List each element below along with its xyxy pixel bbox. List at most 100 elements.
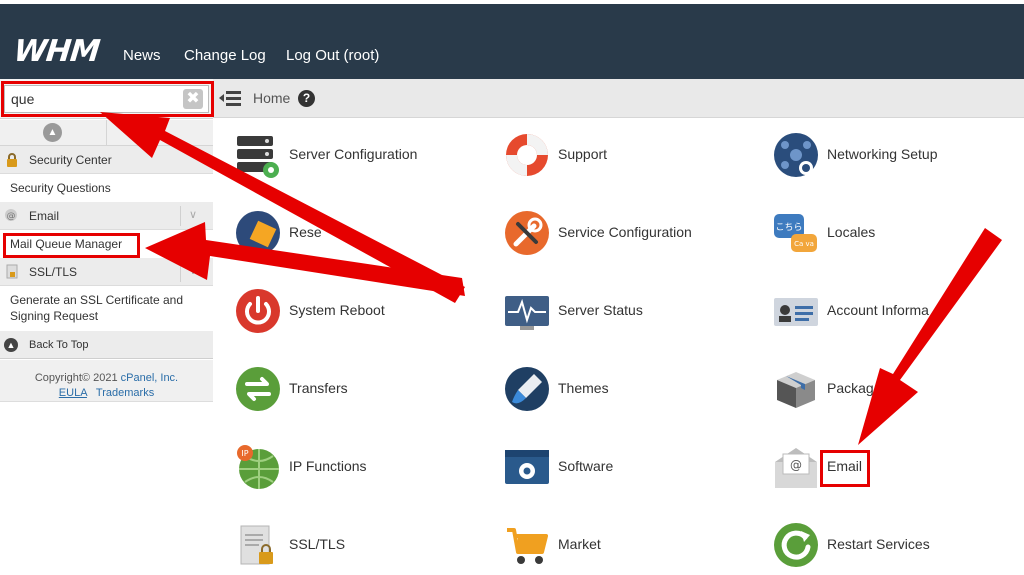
item-line: Signing Request bbox=[10, 309, 99, 323]
monitor-pulse-icon bbox=[505, 296, 549, 330]
svg-text:IP: IP bbox=[241, 449, 248, 458]
sidebar-item-mail-queue-manager[interactable]: Mail Queue Manager bbox=[0, 236, 213, 252]
arrow-up-icon: ▲ bbox=[4, 338, 18, 352]
svg-text:@: @ bbox=[7, 212, 16, 222]
menu-toggle-icon[interactable] bbox=[219, 89, 241, 107]
sidebar-item-security-questions[interactable]: Security Questions bbox=[0, 180, 213, 196]
locales-icon: こちら Ca va bbox=[774, 214, 817, 252]
category-security-center[interactable]: Security Center bbox=[0, 146, 213, 174]
tile-networking-setup[interactable]: Networking Setup bbox=[773, 124, 1023, 184]
tile-themes[interactable]: Themes bbox=[504, 358, 764, 418]
tile-label: Packag bbox=[827, 380, 874, 396]
sidebar-search: ✖ bbox=[0, 79, 213, 119]
tile-server-configuration[interactable]: Server Configuration bbox=[235, 124, 495, 184]
wrench-icon bbox=[505, 211, 549, 255]
tile-support[interactable]: Support bbox=[504, 124, 764, 184]
category-ssl-tls[interactable]: SSL/TLS ∨ bbox=[0, 258, 213, 286]
breadcrumb: Home ? bbox=[213, 79, 1024, 118]
tile-label: Restart Services bbox=[827, 536, 930, 552]
tile-service-configuration[interactable]: Service Configuration bbox=[504, 202, 764, 262]
back-to-top-label: Back To Top bbox=[29, 339, 89, 351]
collapse-up-icon[interactable]: ▲ bbox=[43, 123, 62, 142]
back-to-top[interactable]: ▲ Back To Top bbox=[0, 331, 213, 359]
chevron-down-icon[interactable]: ∨ bbox=[189, 264, 197, 277]
sidebar-footer: Copyright© 2021 cPanel, Inc. EULA Tradem… bbox=[0, 360, 213, 402]
top-header: WHM News Change Log Log Out (root) bbox=[0, 4, 1024, 79]
tile-account-information[interactable]: Account Informa bbox=[773, 280, 1023, 340]
sidebar: ✖ ▲ Security Center Security Questions @… bbox=[0, 79, 213, 575]
tile-ssl-tls[interactable]: SSL/TLS bbox=[235, 514, 495, 574]
tile-label: Locales bbox=[827, 224, 876, 240]
help-icon[interactable]: ? bbox=[298, 90, 315, 107]
item-line: Generate an SSL Certificate and bbox=[10, 293, 183, 307]
nav-logout[interactable]: Log Out (root) bbox=[286, 47, 379, 64]
tile-server-status[interactable]: Server Status bbox=[504, 280, 764, 340]
tile-label: System Reboot bbox=[289, 302, 385, 318]
divider bbox=[180, 206, 181, 226]
search-input[interactable] bbox=[4, 85, 209, 113]
svg-text:Ca va: Ca va bbox=[794, 240, 814, 248]
eula-link[interactable]: EULA bbox=[59, 387, 87, 399]
server-configuration-icon bbox=[237, 136, 279, 178]
copyright-text: Copyright© 2021 bbox=[34, 372, 118, 384]
collapse-row: ▲ bbox=[0, 120, 213, 146]
tile-label: Email bbox=[827, 458, 863, 474]
nav-change-log[interactable]: Change Log bbox=[184, 47, 266, 64]
account-info-icon bbox=[774, 298, 818, 326]
restart-icon bbox=[774, 523, 818, 567]
svg-text:こちら: こちら bbox=[775, 222, 802, 233]
breadcrumb-home[interactable]: Home bbox=[253, 90, 290, 106]
nav-news[interactable]: News bbox=[123, 47, 161, 64]
tile-transfers[interactable]: Transfers bbox=[235, 358, 495, 418]
category-label: SSL/TLS bbox=[29, 265, 78, 279]
tile-label: Networking Setup bbox=[827, 146, 938, 162]
tile-label: IP Functions bbox=[289, 458, 367, 474]
ip-globe-icon: IP bbox=[237, 445, 279, 489]
tile-label: Software bbox=[558, 458, 614, 474]
tile-label: Server Configuration bbox=[289, 146, 418, 162]
trademarks-link[interactable]: Trademarks bbox=[96, 387, 154, 399]
certificate-icon bbox=[4, 264, 20, 280]
tile-label: Server Status bbox=[558, 302, 643, 318]
svg-text:@: @ bbox=[790, 458, 802, 472]
tile-email[interactable]: @ Email bbox=[773, 436, 1023, 496]
chevron-down-icon[interactable]: ∨ bbox=[189, 208, 197, 221]
email-icon: @ bbox=[4, 208, 20, 224]
lifebuoy-icon bbox=[506, 134, 548, 176]
tile-reseller-center[interactable]: Rese bbox=[235, 202, 495, 262]
tile-restart-services[interactable]: Restart Services bbox=[773, 514, 1023, 574]
transfer-arrows-icon bbox=[236, 367, 280, 411]
certificate-lock-icon bbox=[240, 525, 273, 565]
tile-label: Transfers bbox=[289, 380, 348, 396]
divider bbox=[180, 262, 181, 282]
tile-ip-functions[interactable]: IP IP Functions bbox=[235, 436, 495, 496]
tile-label: Service Configuration bbox=[558, 224, 692, 240]
network-icon bbox=[774, 133, 818, 177]
tile-software[interactable]: Software bbox=[504, 436, 764, 496]
category-email[interactable]: @ Email ∨ bbox=[0, 202, 213, 230]
sidebar-item-generate-ssl[interactable]: Generate an SSL Certificate and Signing … bbox=[0, 292, 213, 324]
tile-label: Market bbox=[558, 536, 601, 552]
tile-label: SSL/TLS bbox=[289, 536, 346, 552]
reseller-icon bbox=[236, 211, 280, 255]
tile-label: Themes bbox=[558, 380, 609, 396]
clear-search-icon[interactable]: ✖ bbox=[183, 89, 203, 109]
tile-system-reboot[interactable]: System Reboot bbox=[235, 280, 495, 340]
software-window-icon bbox=[505, 450, 549, 484]
category-label: Security Center bbox=[29, 153, 112, 167]
divider bbox=[106, 120, 107, 146]
tile-label: Support bbox=[558, 146, 608, 162]
cpanel-link[interactable]: cPanel, Inc. bbox=[121, 372, 178, 384]
shopping-cart-icon bbox=[507, 528, 548, 564]
tile-packages[interactable]: Packag bbox=[773, 358, 1023, 418]
tile-label: Rese bbox=[289, 224, 322, 240]
whm-logo[interactable]: WHM bbox=[12, 34, 101, 69]
paintbrush-icon bbox=[505, 367, 549, 411]
tile-label: Account Informa bbox=[827, 302, 929, 318]
category-label: Email bbox=[29, 209, 60, 223]
lock-icon bbox=[4, 152, 20, 168]
tile-market[interactable]: Market bbox=[504, 514, 764, 574]
power-icon bbox=[236, 289, 280, 333]
tile-locales[interactable]: こちら Ca va Locales bbox=[773, 202, 1023, 262]
copyright-line: Copyright© 2021 cPanel, Inc. bbox=[0, 372, 213, 384]
